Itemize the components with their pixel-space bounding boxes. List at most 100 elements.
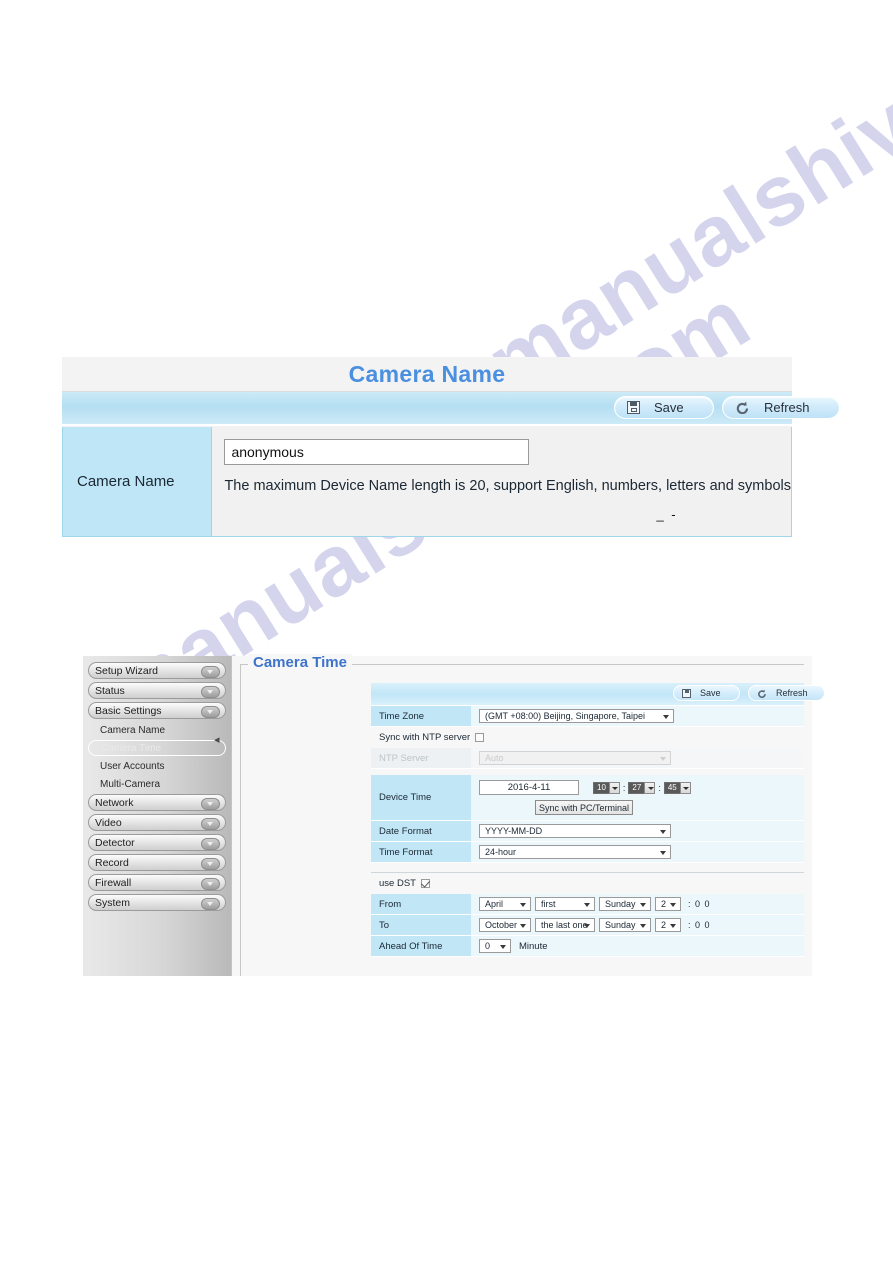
chevron-down-icon (201, 858, 220, 870)
chevron-down-icon (201, 686, 220, 698)
camera-name-hint: The maximum Device Name length is 20, su… (224, 478, 791, 494)
sidebar-item-firewall[interactable]: Firewall (88, 874, 226, 891)
sidebar-item-label: Detector (95, 836, 135, 849)
page-title: Camera Name (62, 357, 792, 392)
dst-from-ordinal-value: first (541, 899, 556, 909)
sidebar-item-basic-settings[interactable]: Basic Settings (88, 702, 226, 719)
save-button-label: Save (700, 688, 721, 698)
dst-from-ordinal-select[interactable]: first (535, 897, 595, 911)
time-format-label: Time Format (371, 842, 471, 862)
floppy-disk-icon (627, 401, 640, 414)
sidebar-item-label: Camera Name (100, 724, 166, 736)
sync-with-pc-button[interactable]: Sync with PC/Terminal (535, 800, 633, 815)
time-format-selected-value: 24-hour (485, 847, 517, 857)
ntp-server-selected-value: Auto (485, 753, 504, 763)
refresh-button[interactable]: Refresh (722, 396, 840, 419)
camera-name-value-cell: The maximum Device Name length is 20, su… (212, 427, 791, 536)
time-separator: : (622, 782, 626, 793)
chevron-down-icon (201, 818, 220, 830)
time-separator: : (658, 782, 661, 793)
sidebar: Setup Wizard Status Basic Settings Camer… (83, 656, 232, 976)
dst-from-weekday-select[interactable]: Sunday (599, 897, 651, 911)
sidebar-item-status[interactable]: Status (88, 682, 226, 699)
dst-from-row: From April first Sunday 2: 0 0 (371, 894, 804, 915)
minute-stepper[interactable]: 27 (628, 781, 656, 794)
ahead-of-time-row: Ahead Of Time 0 Minute (371, 936, 804, 957)
chevron-down-icon (201, 798, 220, 810)
sidebar-item-label: Status (95, 684, 125, 697)
selection-arrow-icon: ◂ (214, 734, 220, 746)
date-format-row: Date Format YYYY-MM-DD (371, 821, 804, 842)
ahead-of-time-unit: Minute (519, 940, 548, 952)
device-time-row: Device Time 2016-4-11 10 : 27: 45 Sync … (371, 775, 804, 821)
dst-from-month-select[interactable]: April (479, 897, 531, 911)
sidebar-item-label: Multi-Camera (100, 778, 161, 790)
hour-stepper[interactable]: 10 (593, 781, 620, 794)
device-time-label: Device Time (371, 775, 471, 820)
chevron-down-icon (201, 898, 220, 910)
dst-from-hour-select[interactable]: 2 (655, 897, 681, 911)
dst-to-ordinal-select[interactable]: the last one (535, 918, 595, 932)
hour-dropdown-arrow-icon[interactable] (608, 781, 620, 794)
sidebar-item-label: Firewall (95, 876, 132, 889)
device-date-field[interactable]: 2016-4-11 (479, 780, 579, 795)
dst-to-hour-select[interactable]: 2 (655, 918, 681, 932)
ahead-of-time-select[interactable]: 0 (479, 939, 511, 953)
sidebar-item-label: Record (95, 856, 129, 869)
sidebar-item-system[interactable]: System (88, 894, 226, 911)
camera-name-input[interactable] (224, 439, 530, 465)
refresh-button[interactable]: Refresh (748, 685, 825, 701)
time-format-value-cell: 24-hour (471, 842, 804, 862)
save-button[interactable]: Save (673, 685, 740, 701)
minute-dropdown-arrow-icon[interactable] (644, 781, 656, 794)
sidebar-item-label: Camera Time (101, 742, 162, 754)
dst-to-label: To (371, 915, 471, 935)
time-zone-selected-value: (GMT +08:00) Beijing, Singapore, Taipei (485, 711, 646, 721)
second-stepper[interactable]: 45 (663, 781, 691, 794)
time-format-select[interactable]: 24-hour (479, 845, 671, 859)
sync-ntp-line: Sync with NTP server (371, 727, 804, 748)
camera-name-panel: Camera Name Save Refresh Camera Name The… (62, 357, 840, 537)
use-dst-checkbox[interactable] (420, 879, 430, 888)
ntp-server-row: NTP Server Auto (371, 748, 804, 769)
sidebar-item-video[interactable]: Video (88, 814, 226, 831)
device-time-fields: 10 : 27 : 45 (593, 781, 691, 794)
sidebar-item-camera-time[interactable]: Camera Time (88, 740, 226, 756)
chevron-down-icon (201, 666, 220, 678)
chevron-down-icon (201, 878, 220, 890)
sidebar-item-record[interactable]: Record (88, 854, 226, 871)
refresh-button-label: Refresh (764, 400, 810, 415)
camera-time-toolbar: Save Refresh (371, 683, 825, 706)
sidebar-item-label: Setup Wizard (95, 664, 159, 677)
save-button[interactable]: Save (614, 396, 714, 419)
sidebar-item-label: Network (95, 796, 134, 809)
refresh-button-label: Refresh (776, 688, 808, 698)
time-format-row: Time Format 24-hour (371, 842, 804, 863)
use-dst-label: use DST (379, 878, 416, 889)
dst-from-label: From (371, 894, 471, 914)
camera-name-label: Camera Name (63, 427, 213, 536)
camera-time-main: Camera Time Save Refresh Time Zone (GMT … (232, 654, 825, 976)
sync-ntp-label: Sync with NTP server (379, 732, 471, 743)
spacer (371, 863, 804, 869)
sidebar-item-user-accounts[interactable]: User Accounts (88, 758, 226, 774)
sync-ntp-checkbox[interactable] (475, 733, 485, 742)
dst-to-row: To October the last one Sunday 2: 0 0 (371, 915, 804, 936)
dst-to-month-select[interactable]: October (479, 918, 531, 932)
time-zone-select[interactable]: (GMT +08:00) Beijing, Singapore, Taipei (479, 709, 674, 723)
device-time-value-cell: 2016-4-11 10 : 27: 45 Sync with PC/Term… (471, 775, 804, 820)
sidebar-item-network[interactable]: Network (88, 794, 226, 811)
dst-to-hour-value: 2 (661, 920, 667, 930)
dst-to-weekday-select[interactable]: Sunday (599, 918, 651, 932)
watermark-top: manualshive.com (470, 0, 893, 413)
sidebar-item-detector[interactable]: Detector (88, 834, 226, 851)
sidebar-item-setup-wizard[interactable]: Setup Wizard (88, 662, 226, 679)
sidebar-item-camera-name[interactable]: Camera Name (88, 722, 226, 738)
chevron-down-icon (201, 706, 220, 718)
dst-to-weekday-value: Sunday (605, 920, 636, 930)
ntp-server-select: Auto (479, 751, 671, 765)
ahead-of-time-value-cell: 0 Minute (471, 936, 804, 956)
date-format-select[interactable]: YYYY-MM-DD (479, 824, 671, 838)
second-dropdown-arrow-icon[interactable] (679, 781, 691, 794)
sidebar-item-multi-camera[interactable]: Multi-Camera (88, 776, 226, 792)
